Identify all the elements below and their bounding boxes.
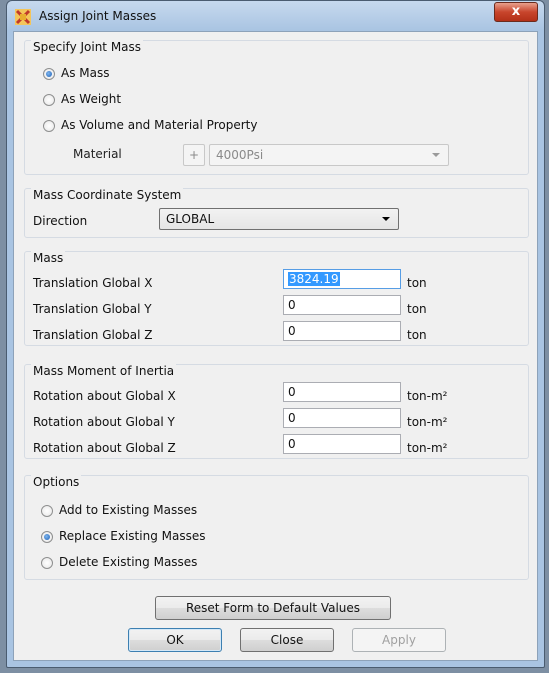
rotation-x-unit: ton-m² [407, 389, 448, 403]
app-logo-icon [15, 9, 31, 25]
group-title: Options [31, 475, 82, 489]
translation-y-value: 0 [288, 298, 296, 312]
add-material-button[interactable]: + [183, 144, 205, 166]
mass-coordinate-system-group: Mass Coordinate System Direction GLOBAL [24, 188, 529, 238]
close-icon: x [511, 4, 521, 19]
direction-label: Direction [33, 214, 88, 228]
group-title: Mass [31, 251, 66, 265]
translation-x-input[interactable]: 3824.19 [283, 269, 401, 289]
rotation-y-input[interactable]: 0 [283, 408, 401, 428]
rotation-y-label: Rotation about Global Y [33, 415, 175, 429]
translation-z-input[interactable]: 0 [283, 321, 401, 341]
window-close-button[interactable]: x [494, 2, 538, 22]
as-mass-radio[interactable] [43, 68, 55, 80]
translation-z-label: Translation Global Z [33, 328, 153, 342]
replace-existing-label: Replace Existing Masses [59, 529, 206, 543]
delete-existing-label: Delete Existing Masses [59, 555, 198, 569]
dialog-content: Specify Joint Mass As Mass As Weight As … [13, 31, 538, 661]
plus-icon: + [188, 148, 200, 162]
translation-x-unit: ton [407, 276, 427, 290]
window-title: Assign Joint Masses [39, 9, 157, 23]
delete-existing-radio[interactable] [41, 557, 53, 569]
as-mass-label: As Mass [61, 66, 110, 80]
group-title: Mass Coordinate System [31, 188, 184, 202]
translation-z-unit: ton [407, 328, 427, 342]
ok-button[interactable]: OK [128, 628, 222, 652]
translation-x-value: 3824.19 [288, 272, 340, 286]
specify-joint-mass-group: Specify Joint Mass As Mass As Weight As … [24, 40, 529, 175]
add-to-existing-label: Add to Existing Masses [59, 503, 198, 517]
translation-y-input[interactable]: 0 [283, 295, 401, 315]
rotation-z-label: Rotation about Global Z [33, 441, 176, 455]
rotation-x-input[interactable]: 0 [283, 382, 401, 402]
rotation-y-value: 0 [288, 411, 296, 425]
translation-z-value: 0 [288, 324, 296, 338]
rotation-x-label: Rotation about Global X [33, 389, 176, 403]
translation-x-label: Translation Global X [33, 276, 153, 290]
group-title: Specify Joint Mass [31, 40, 144, 54]
group-title: Mass Moment of Inertia [31, 364, 177, 378]
as-weight-radio[interactable] [43, 94, 55, 106]
material-select[interactable]: 4000Psi [209, 144, 449, 166]
rotation-x-value: 0 [288, 385, 296, 399]
rotation-z-unit: ton-m² [407, 441, 448, 455]
apply-button[interactable]: Apply [352, 628, 446, 652]
material-value: 4000Psi [216, 148, 264, 162]
rotation-z-value: 0 [288, 437, 296, 451]
close-button[interactable]: Close [240, 628, 334, 652]
chevron-down-icon [382, 217, 390, 221]
reset-form-button[interactable]: Reset Form to Default Values [155, 596, 391, 620]
mass-moment-of-inertia-group: Mass Moment of Inertia Rotation about Gl… [24, 364, 529, 459]
rotation-z-input[interactable]: 0 [283, 434, 401, 454]
direction-select[interactable]: GLOBAL [159, 208, 399, 230]
as-weight-label: As Weight [61, 92, 122, 106]
translation-y-label: Translation Global Y [33, 302, 152, 316]
rotation-y-unit: ton-m² [407, 415, 448, 429]
dialog-window: Assign Joint Masses x Specify Joint Mass… [6, 0, 545, 668]
chevron-down-icon [432, 153, 440, 157]
direction-value: GLOBAL [166, 212, 215, 226]
translation-y-unit: ton [407, 302, 427, 316]
replace-existing-radio[interactable] [41, 531, 53, 543]
material-label: Material [73, 147, 122, 161]
as-volume-label: As Volume and Material Property [61, 118, 258, 132]
as-volume-radio[interactable] [43, 120, 55, 132]
mass-group: Mass Translation Global X 3824.19 ton Tr… [24, 251, 529, 346]
title-bar: Assign Joint Masses x [7, 1, 544, 31]
add-to-existing-radio[interactable] [41, 505, 53, 517]
options-group: Options Add to Existing Masses Replace E… [24, 475, 529, 580]
